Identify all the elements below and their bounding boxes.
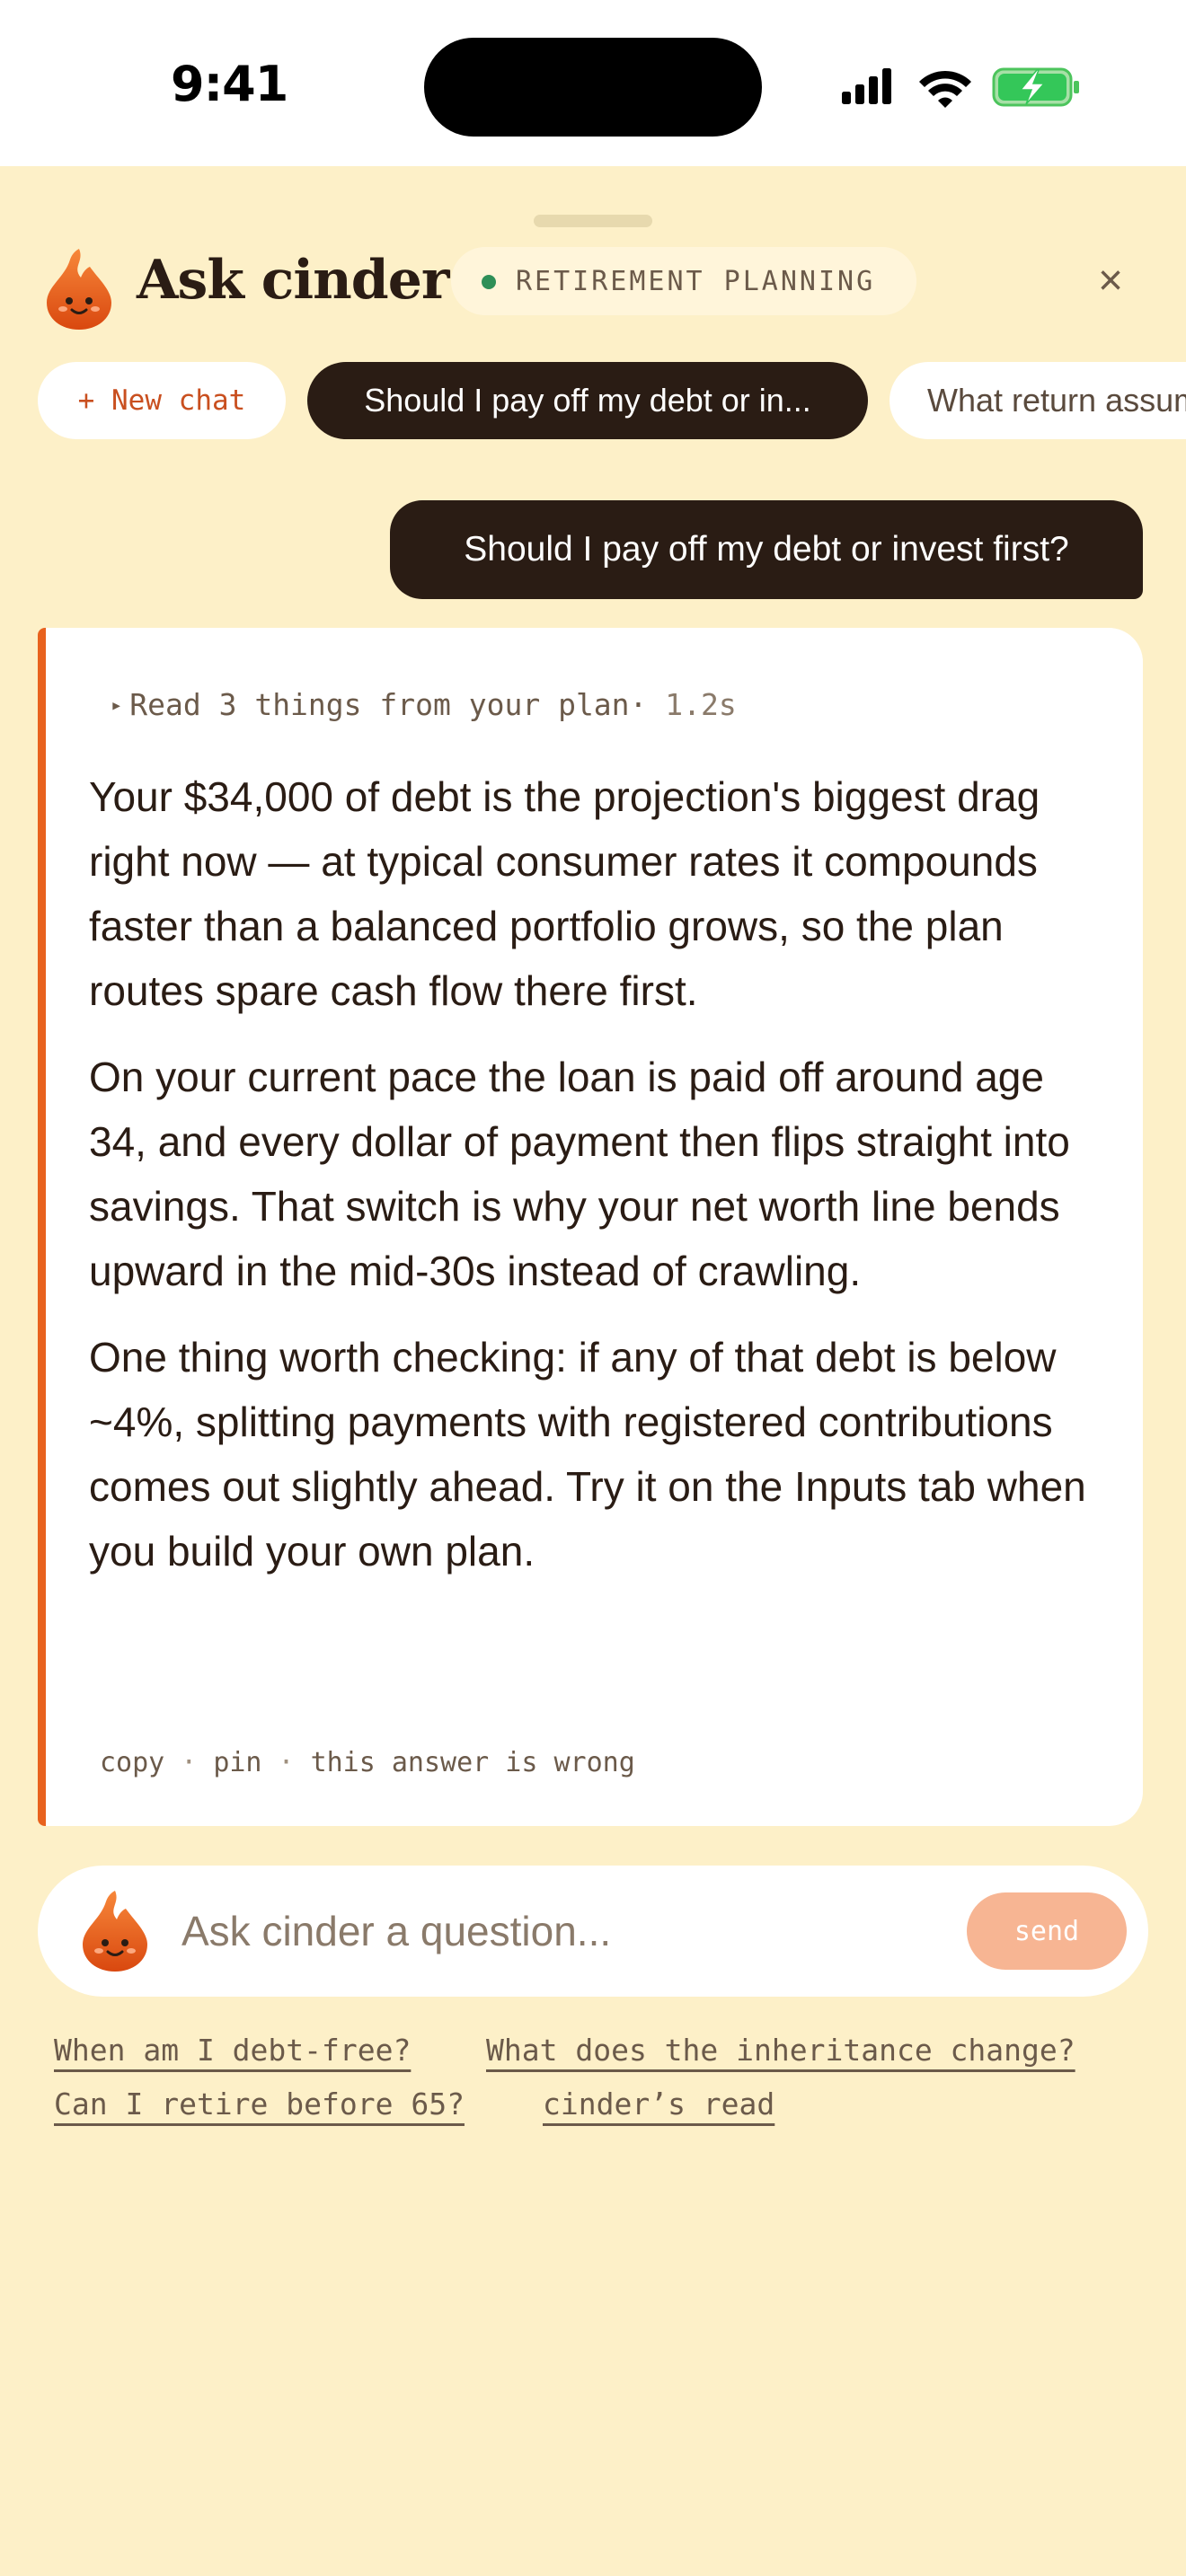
status-dot-icon	[482, 275, 496, 289]
close-icon: ×	[1097, 257, 1124, 304]
report-wrong-button[interactable]: this answer is wrong	[311, 1747, 635, 1778]
context-badge: RETIREMENT PLANNING	[451, 247, 917, 315]
user-message-bubble: Should I pay off my debt or invest first…	[390, 500, 1143, 599]
dynamic-island	[424, 38, 762, 137]
flame-mascot-icon	[47, 249, 111, 330]
wifi-icon	[919, 70, 971, 108]
send-button[interactable]: send	[967, 1892, 1127, 1970]
trace-separator: ·	[629, 687, 648, 722]
flame-mascot-icon	[83, 1891, 147, 1972]
page-title: Ask cinder	[137, 249, 449, 312]
status-bar: 9:41	[0, 0, 1186, 166]
status-icons	[842, 67, 1079, 108]
action-separator: ·	[181, 1747, 198, 1778]
suggestion-link[interactable]: When am I debt-free?	[54, 2033, 411, 2068]
answer-body: Your $34,000 of debt is the projection's…	[89, 764, 1104, 1605]
battery-charging-icon	[992, 67, 1079, 107]
cellular-signal-icon	[842, 68, 891, 104]
reasoning-trace-toggle[interactable]: ▸ Read 3 things from your plan· 1.2s	[111, 687, 737, 722]
composer: send	[38, 1866, 1148, 1997]
action-separator: ·	[278, 1747, 295, 1778]
chat-chip[interactable]: What return assumption should I use?	[890, 362, 1186, 439]
trace-duration: 1.2s	[665, 687, 737, 722]
trace-label: Read 3 things from your plan	[129, 687, 630, 722]
question-input[interactable]	[181, 1898, 954, 1964]
sheet-header: Ask cinder RETIREMENT PLANNING ×	[0, 247, 1186, 346]
sheet-grabber[interactable]	[534, 215, 652, 227]
chat-history-chips: + New chat Should I pay off my debt or i…	[0, 362, 1186, 443]
new-chat-button[interactable]: + New chat	[38, 362, 286, 439]
answer-paragraph: One thing worth checking: if any of that…	[89, 1334, 1086, 1575]
answer-paragraph: Your $34,000 of debt is the projection's…	[89, 773, 1040, 1014]
close-button[interactable]: ×	[1087, 258, 1134, 304]
chat-chip-active[interactable]: Should I pay off my debt or in...	[307, 362, 868, 439]
suggestion-link[interactable]: What does the inheritance change?	[486, 2033, 1075, 2068]
answer-paragraph: On your current pace the loan is paid of…	[89, 1054, 1070, 1294]
answer-actions: copy · pin · this answer is wrong	[100, 1747, 635, 1778]
context-label: RETIREMENT PLANNING	[516, 265, 876, 297]
status-time: 9:41	[171, 56, 288, 112]
pin-button[interactable]: pin	[213, 1747, 261, 1778]
copy-button[interactable]: copy	[100, 1747, 164, 1778]
triangle-right-icon: ▸	[111, 694, 123, 717]
suggestion-link[interactable]: Can I retire before 65?	[54, 2086, 465, 2122]
suggestion-link[interactable]: cinder’s read	[543, 2086, 774, 2122]
assistant-answer-card: ▸ Read 3 things from your plan· 1.2s Your…	[38, 628, 1143, 1826]
ask-cinder-sheet: Ask cinder RETIREMENT PLANNING × + New c…	[0, 166, 1186, 2576]
